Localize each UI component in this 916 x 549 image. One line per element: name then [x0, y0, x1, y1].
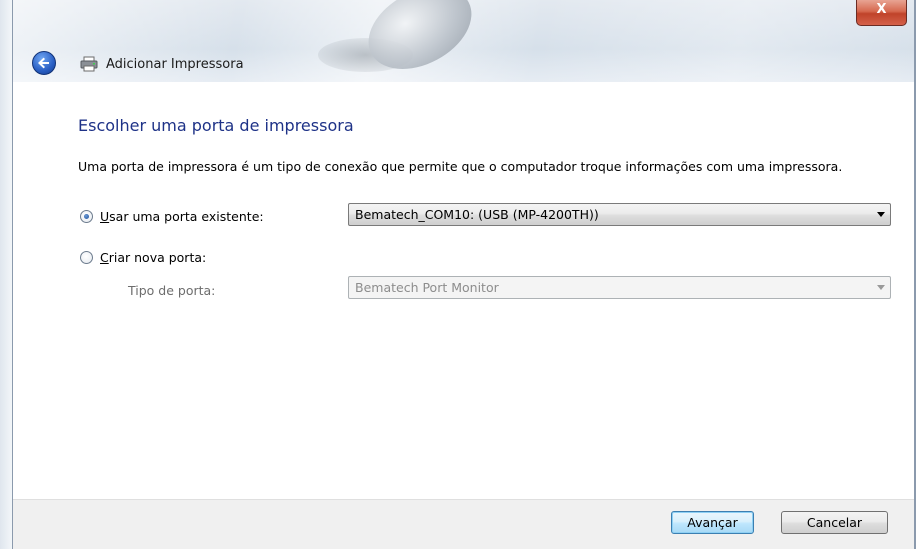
window-title: Adicionar Impressora	[106, 57, 244, 72]
title-bar: X Adicionar Impressora	[13, 0, 916, 82]
new-port-label-text: riar nova porta:	[108, 250, 207, 265]
page-description: Uma porta de impressora é um tipo de con…	[78, 159, 843, 174]
existing-port-dropdown[interactable]: Bematech_COM10: (USB (MP-4200TH))	[348, 203, 891, 226]
new-port-radio[interactable]	[80, 251, 93, 264]
existing-port-label-text: sar uma porta existente:	[109, 209, 264, 224]
close-icon: X	[876, 2, 887, 17]
port-type-value: Bematech Port Monitor	[355, 280, 499, 295]
printer-icon	[80, 56, 98, 72]
desktop-background	[0, 0, 12, 549]
radio-selected-dot	[84, 214, 89, 219]
cancel-button[interactable]: Cancelar	[781, 511, 888, 534]
chevron-down-icon	[877, 285, 885, 290]
page: X Adicionar Impressora Escolher uma port…	[0, 0, 916, 549]
existing-port-radio[interactable]	[80, 210, 93, 223]
add-printer-window: X Adicionar Impressora Escolher uma port…	[12, 0, 916, 549]
port-type-dropdown: Bematech Port Monitor	[348, 276, 891, 299]
new-port-label[interactable]: Criar nova porta:	[100, 250, 206, 265]
wizard-footer: Avançar Cancelar	[13, 499, 916, 549]
back-button[interactable]	[32, 51, 56, 75]
wizard-content: Escolher uma porta de impressora Uma por…	[13, 82, 916, 499]
existing-port-value: Bematech_COM10: (USB (MP-4200TH))	[355, 207, 599, 222]
existing-port-label[interactable]: Usar uma porta existente:	[100, 209, 264, 224]
existing-port-mnemonic: U	[100, 209, 110, 224]
close-button[interactable]: X	[856, 0, 907, 26]
chevron-down-icon	[877, 212, 885, 217]
new-port-mnemonic: C	[100, 250, 109, 265]
page-title: Escolher uma porta de impressora	[78, 116, 354, 135]
port-type-label: Tipo de porta:	[128, 283, 216, 298]
back-arrow-icon	[38, 57, 49, 69]
next-button[interactable]: Avançar	[671, 511, 754, 534]
